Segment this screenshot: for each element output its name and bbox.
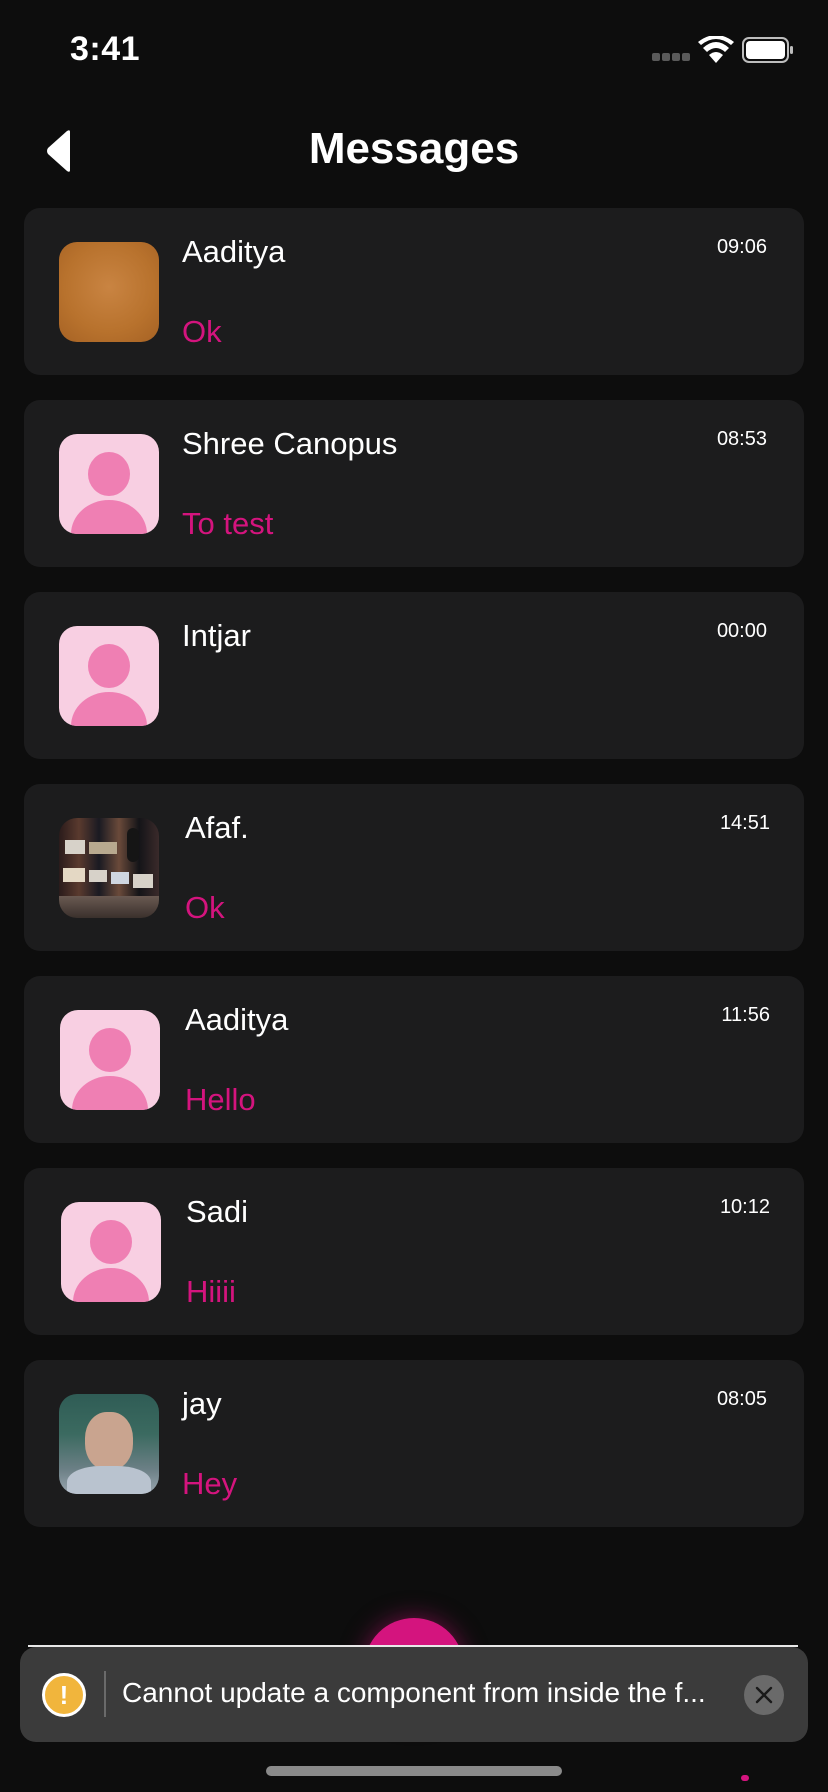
- timestamp: 00:00: [716, 620, 767, 642]
- toast-close-button[interactable]: [744, 1675, 784, 1715]
- timestamp: 11:56: [721, 1004, 770, 1026]
- conversation-item[interactable]: Aaditya Ok 09:06: [24, 208, 804, 375]
- conversation-item[interactable]: Shree Canopus To test 08:53: [24, 400, 804, 567]
- home-indicator: [266, 1766, 562, 1776]
- status-time: 3:41: [70, 30, 141, 68]
- close-icon: [755, 1686, 773, 1704]
- nav-header: Messages: [0, 110, 828, 190]
- contact-name: Shree Canopus: [182, 426, 398, 461]
- person-icon: [89, 1028, 131, 1072]
- person-icon: [88, 452, 130, 496]
- person-icon-body: [71, 692, 147, 726]
- photo-detail: [89, 842, 117, 854]
- timestamp: 09:06: [716, 236, 767, 258]
- toast-message: Cannot update a component from inside th…: [122, 1677, 706, 1708]
- conversation-list: Aaditya Ok 09:06 Shree Canopus To test 0…: [24, 208, 804, 1552]
- person-icon: [88, 644, 130, 688]
- photo-detail: [133, 874, 153, 888]
- photo-detail: [89, 870, 107, 882]
- last-message: Ok: [182, 314, 222, 349]
- battery-icon: [742, 37, 793, 63]
- photo-detail: [111, 872, 129, 884]
- contact-name: Afaf.: [185, 810, 249, 845]
- person-icon: [90, 1220, 132, 1264]
- contact-name: Aaditya: [182, 234, 286, 269]
- photo-detail: [85, 1412, 133, 1470]
- timestamp: 08:05: [716, 1388, 767, 1410]
- last-message: Hiiii: [186, 1274, 236, 1309]
- wifi-icon: [698, 36, 734, 63]
- avatar: [59, 818, 159, 918]
- timestamp: 10:12: [719, 1196, 770, 1218]
- photo-detail: [63, 868, 85, 882]
- divider: [104, 1671, 106, 1717]
- conversation-item[interactable]: Sadi Hiiii 10:12: [24, 1168, 804, 1335]
- avatar: [59, 1394, 159, 1494]
- timestamp: 08:53: [716, 428, 767, 450]
- person-icon-body: [71, 500, 147, 534]
- page-title: Messages: [308, 124, 520, 173]
- person-icon-body: [73, 1268, 149, 1302]
- timestamp: 14:51: [719, 812, 770, 834]
- signal-icon: [652, 53, 690, 61]
- photo-detail: [127, 828, 139, 862]
- last-message: Ok: [185, 890, 225, 925]
- avatar: [60, 1010, 160, 1110]
- photo-detail: [67, 1466, 151, 1494]
- avatar: [59, 626, 159, 726]
- avatar: [61, 1202, 161, 1302]
- status-bar: 3:41: [0, 0, 828, 100]
- photo-detail: [65, 840, 85, 854]
- conversation-item[interactable]: Afaf. Ok 14:51: [24, 784, 804, 951]
- contact-name: jay: [182, 1386, 222, 1421]
- conversation-item[interactable]: Intjar 00:00: [24, 592, 804, 759]
- conversation-item[interactable]: Aaditya Hello 11:56: [24, 976, 804, 1143]
- contact-name: Aaditya: [185, 1002, 289, 1037]
- conversation-item[interactable]: jay Hey 08:05: [24, 1360, 804, 1527]
- contact-name: Intjar: [182, 618, 251, 653]
- warning-icon: !: [42, 1673, 86, 1717]
- avatar: [59, 242, 159, 342]
- last-message: Hello: [185, 1082, 256, 1117]
- person-icon-body: [72, 1076, 148, 1110]
- indicator-dot: [741, 1775, 749, 1781]
- error-toast[interactable]: ! Cannot update a component from inside …: [20, 1647, 808, 1742]
- contact-name: Sadi: [186, 1194, 249, 1229]
- avatar: [59, 434, 159, 534]
- last-message: Hey: [182, 1466, 238, 1501]
- last-message: To test: [182, 506, 274, 541]
